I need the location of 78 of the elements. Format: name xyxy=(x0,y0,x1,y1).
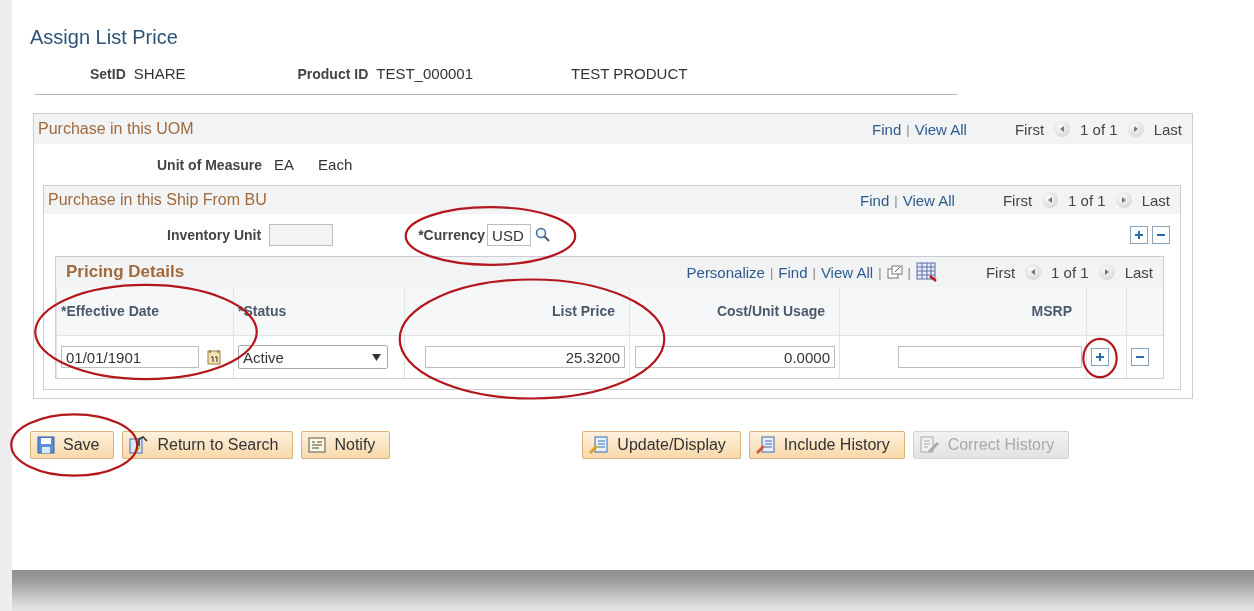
left-triangle-icon xyxy=(1058,125,1067,133)
grid-link[interactable]: Find xyxy=(872,120,902,138)
toolbar-button[interactable]: Update/Display xyxy=(582,431,741,459)
inventory-unit-field[interactable] xyxy=(269,224,334,246)
grid-link[interactable]: View All xyxy=(820,263,874,281)
field-label: Inventory Unit xyxy=(167,227,262,243)
link-separator: | xyxy=(812,264,816,280)
last-link[interactable]: Last xyxy=(1124,263,1153,281)
toolbar-button[interactable]: Save xyxy=(30,431,115,459)
right-triangle-icon xyxy=(1119,196,1128,204)
last-link[interactable]: Last xyxy=(1153,120,1182,138)
toolbar-button[interactable]: Return to Search xyxy=(122,431,294,459)
toolbar-button[interactable]: Include History xyxy=(748,431,905,459)
first-link[interactable]: First xyxy=(1002,191,1033,209)
dropdown-arrow-icon xyxy=(372,353,381,361)
page-title: Assign List Price xyxy=(30,26,179,49)
first-link[interactable]: First xyxy=(985,263,1016,281)
add-row-button[interactable] xyxy=(1091,348,1109,366)
field-label: Product ID xyxy=(297,65,369,82)
previous-button[interactable] xyxy=(1025,264,1042,280)
field-label: Unit of Measure xyxy=(157,156,262,173)
spreadsheet-icon[interactable] xyxy=(915,262,938,282)
currency-field[interactable]: USD xyxy=(487,224,532,246)
last-link[interactable]: Last xyxy=(1141,191,1170,209)
amount-field[interactable]: 25.3200 xyxy=(425,346,625,368)
first-link[interactable]: First xyxy=(1014,120,1045,138)
plus-icon xyxy=(1134,230,1144,240)
next-button[interactable] xyxy=(1115,192,1132,208)
previous-button[interactable] xyxy=(1054,121,1071,137)
document-pencil-icon xyxy=(589,436,610,454)
field-value: TEST PRODUCT xyxy=(571,65,688,82)
return-arrow-icon xyxy=(129,436,150,454)
section-title: Purchase in this Ship From BU xyxy=(48,191,268,209)
delete-row-button[interactable] xyxy=(1152,226,1170,244)
field-label: SetID xyxy=(90,65,126,82)
grid-title: Pricing Details xyxy=(65,262,186,282)
row-count: 1 of 1 xyxy=(1051,263,1089,281)
row-count: 1 of 1 xyxy=(1068,191,1106,209)
left-triangle-icon xyxy=(1029,268,1038,276)
delete-row-button[interactable] xyxy=(1131,348,1149,366)
left-triangle-icon xyxy=(1046,196,1055,204)
amount-field[interactable]: 0.0000 xyxy=(635,346,835,368)
new-window-icon[interactable] xyxy=(886,265,903,279)
plus-icon xyxy=(1095,352,1105,362)
document-pencil-icon xyxy=(919,436,940,454)
section-title: Purchase in this UOM xyxy=(38,120,195,138)
grid-link[interactable]: View All xyxy=(914,120,967,138)
field-label: *Currency xyxy=(418,227,486,243)
amount-field[interactable] xyxy=(898,346,1082,368)
link-separator: | xyxy=(878,264,882,280)
next-button[interactable] xyxy=(1098,264,1115,280)
row-count: 1 of 1 xyxy=(1080,120,1118,138)
note-icon xyxy=(308,437,327,453)
field-value: EA xyxy=(274,156,295,173)
previous-button[interactable] xyxy=(1042,192,1059,208)
document-pencil-icon xyxy=(755,436,776,454)
grid-link[interactable]: View All xyxy=(902,191,955,209)
grid-link[interactable]: Find xyxy=(860,191,890,209)
grid-link[interactable]: Find xyxy=(778,263,808,281)
calendar-icon[interactable] xyxy=(207,349,221,365)
link-separator: | xyxy=(769,264,774,280)
grid-link[interactable]: Personalize xyxy=(686,263,765,281)
field-value: Each xyxy=(318,156,353,173)
search-icon[interactable] xyxy=(535,227,552,243)
next-button[interactable] xyxy=(1127,121,1144,137)
link-separator: | xyxy=(906,121,910,137)
date-field[interactable]: 01/01/1901 xyxy=(61,346,199,368)
link-separator: | xyxy=(894,192,898,208)
column-header: Cost/Unit Usage xyxy=(629,287,839,336)
toolbar-button[interactable]: Notify xyxy=(301,431,391,459)
right-triangle-icon xyxy=(1131,125,1140,133)
field-value: SHARE xyxy=(133,65,186,82)
field-value: TEST_000001 xyxy=(376,65,473,82)
right-triangle-icon xyxy=(1102,268,1111,276)
column-header: MSRP xyxy=(839,287,1086,336)
add-row-button[interactable] xyxy=(1130,226,1148,244)
link-separator: | xyxy=(907,264,911,280)
status-dropdown[interactable]: Active xyxy=(238,345,388,369)
